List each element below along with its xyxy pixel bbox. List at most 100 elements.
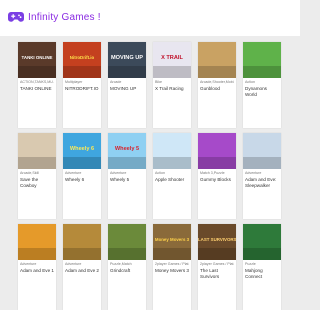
thumbnail-text: X TRAIL (161, 55, 183, 61)
game-category: Arcade,Skill (20, 171, 39, 175)
game-thumbnail[interactable]: NitroDrift.io (63, 42, 101, 78)
game-thumbnail[interactable]: Money Movers 3 (153, 224, 191, 260)
game-category: Adventure (110, 171, 127, 175)
game-category: Arcade (110, 80, 122, 84)
game-category: Multiplayer (65, 80, 83, 84)
game-title[interactable]: Wheely 6 (65, 177, 99, 182)
game-thumbnail[interactable]: TANKI ONLINE (18, 42, 56, 78)
game-title[interactable]: Adam and Eve 2 (65, 268, 99, 273)
thumbnail-text: Wheely 6 (69, 146, 95, 152)
game-thumbnail[interactable] (153, 133, 191, 169)
game-card[interactable]: Puzzle,Match Grindcraft (108, 224, 146, 310)
game-title[interactable]: Adam and Eve 1 (20, 268, 54, 273)
game-title[interactable]: Mahjong Connect (245, 268, 279, 279)
game-card[interactable]: Action Apple Shooter (153, 133, 191, 219)
game-category: 2player Games / Plat... (155, 262, 189, 266)
game-category: Puzzle,Match (110, 262, 132, 266)
game-card[interactable]: Wheely 6 Adventure Wheely 6 (63, 133, 101, 219)
game-grid: TANKI ONLINE ACTION,TANKS,MU... TANKI ONLI… (18, 42, 282, 310)
game-thumbnail[interactable] (243, 224, 281, 260)
game-title[interactable]: MOVING UP (110, 86, 144, 91)
game-thumbnail[interactable] (63, 224, 101, 260)
thumbnail-text: MOVING UP (110, 55, 143, 61)
game-category: Match 3,Puzzle (200, 171, 225, 175)
game-card[interactable]: Money Movers 3 2player Games / Plat... Mon… (153, 224, 191, 310)
game-thumbnail[interactable] (18, 133, 56, 169)
game-category: Adventure (20, 262, 37, 266)
game-card[interactable]: Adventure Adam and Eve: Sleepwalker (243, 133, 281, 219)
game-card[interactable]: Adventure Adam and Eve 2 (63, 224, 101, 310)
gamepad-icon[interactable] (8, 11, 24, 23)
game-card[interactable]: Match 3,Puzzle Gummy Blocks (198, 133, 236, 219)
thumbnail-art (18, 157, 56, 169)
game-thumbnail[interactable]: MOVING UP (108, 42, 146, 78)
game-category: Bike (155, 80, 162, 84)
game-card[interactable]: MOVING UP Arcade MOVING UP (108, 42, 146, 128)
game-thumbnail[interactable] (198, 42, 236, 78)
thumbnail-art (153, 157, 191, 169)
game-category: ACTION,TANKS,MU... (20, 80, 54, 84)
thumbnail-text: Money Movers 3 (154, 237, 190, 242)
game-category: Action (245, 80, 255, 84)
game-title[interactable]: Apple Shooter (155, 177, 189, 182)
game-card[interactable]: Adventure Adam and Eve 1 (18, 224, 56, 310)
thumbnail-text: Wheely 5 (114, 146, 140, 152)
game-category: Arcade,Shooter,Mobi... (200, 80, 234, 84)
thumbnail-art (198, 66, 236, 78)
thumbnail-art (108, 66, 146, 78)
game-card[interactable]: Action Dynamons World (243, 42, 281, 128)
game-card[interactable]: Arcade,Skill Save the Cowboy (18, 133, 56, 219)
game-thumbnail[interactable] (108, 224, 146, 260)
thumbnail-art (18, 248, 56, 260)
thumbnail-text: TANKI ONLINE (21, 55, 53, 60)
game-thumbnail[interactable] (243, 42, 281, 78)
game-thumbnail[interactable] (243, 133, 281, 169)
game-card[interactable]: Arcade,Shooter,Mobi... Gunblood (198, 42, 236, 128)
game-thumbnail[interactable]: Wheely 6 (63, 133, 101, 169)
thumbnail-art (108, 157, 146, 169)
game-category: Puzzle (245, 262, 256, 266)
thumbnail-art (108, 248, 146, 260)
thumbnail-art (63, 248, 101, 260)
game-title[interactable]: Adam and Eve: Sleepwalker (245, 177, 279, 188)
game-title[interactable]: Grindcraft (110, 268, 144, 273)
game-title[interactable]: NITRODRIFT.IO (65, 86, 99, 91)
game-thumbnail[interactable] (198, 133, 236, 169)
game-thumbnail[interactable] (18, 224, 56, 260)
game-category: Adventure (245, 171, 262, 175)
game-card[interactable]: Puzzle Mahjong Connect (243, 224, 281, 310)
game-card[interactable]: NitroDrift.io Multiplayer NITRODRIFT.IO (63, 42, 101, 128)
game-title[interactable]: Save the Cowboy (20, 177, 54, 188)
game-category: Action (155, 171, 165, 175)
thumbnail-text: LAST SURVIVORS (198, 237, 236, 242)
thumbnail-text: NitroDrift.io (69, 55, 95, 60)
thumbnail-art (63, 157, 101, 169)
game-thumbnail[interactable]: X TRAIL (153, 42, 191, 78)
game-card[interactable]: LAST SURVIVORS 2player Games / Plat... The… (198, 224, 236, 310)
game-category: 2player Games / Plat... (200, 262, 234, 266)
thumbnail-art (153, 66, 191, 78)
game-title[interactable]: Dynamons World (245, 86, 279, 97)
game-category: Adventure (65, 171, 82, 175)
site-title[interactable]: Infinity Games ! (28, 12, 101, 23)
game-title[interactable]: Wheely 5 (110, 177, 144, 182)
game-title[interactable]: Money Movers 3 (155, 268, 189, 273)
thumbnail-art (243, 248, 281, 260)
game-title[interactable]: X Trail Racing (155, 86, 189, 91)
thumbnail-art (18, 66, 56, 78)
game-card[interactable]: X TRAIL Bike X Trail Racing (153, 42, 191, 128)
game-category: Adventure (65, 262, 82, 266)
game-thumbnail[interactable]: LAST SURVIVORS (198, 224, 236, 260)
top-header: Infinity Games ! (0, 0, 300, 36)
thumbnail-art (243, 66, 281, 78)
thumbnail-art (63, 66, 101, 78)
game-title[interactable]: Gunblood (200, 86, 234, 91)
thumbnail-art (243, 157, 281, 169)
game-card[interactable]: TANKI ONLINE ACTION,TANKS,MU... TANKI ONLI… (18, 42, 56, 128)
game-title[interactable]: The Last Survivors (200, 268, 234, 279)
game-card[interactable]: Wheely 5 Adventure Wheely 5 (108, 133, 146, 219)
game-title[interactable]: TANKI ONLINE (20, 86, 54, 91)
thumbnail-art (198, 248, 236, 260)
game-title[interactable]: Gummy Blocks (200, 177, 234, 182)
game-thumbnail[interactable]: Wheely 5 (108, 133, 146, 169)
